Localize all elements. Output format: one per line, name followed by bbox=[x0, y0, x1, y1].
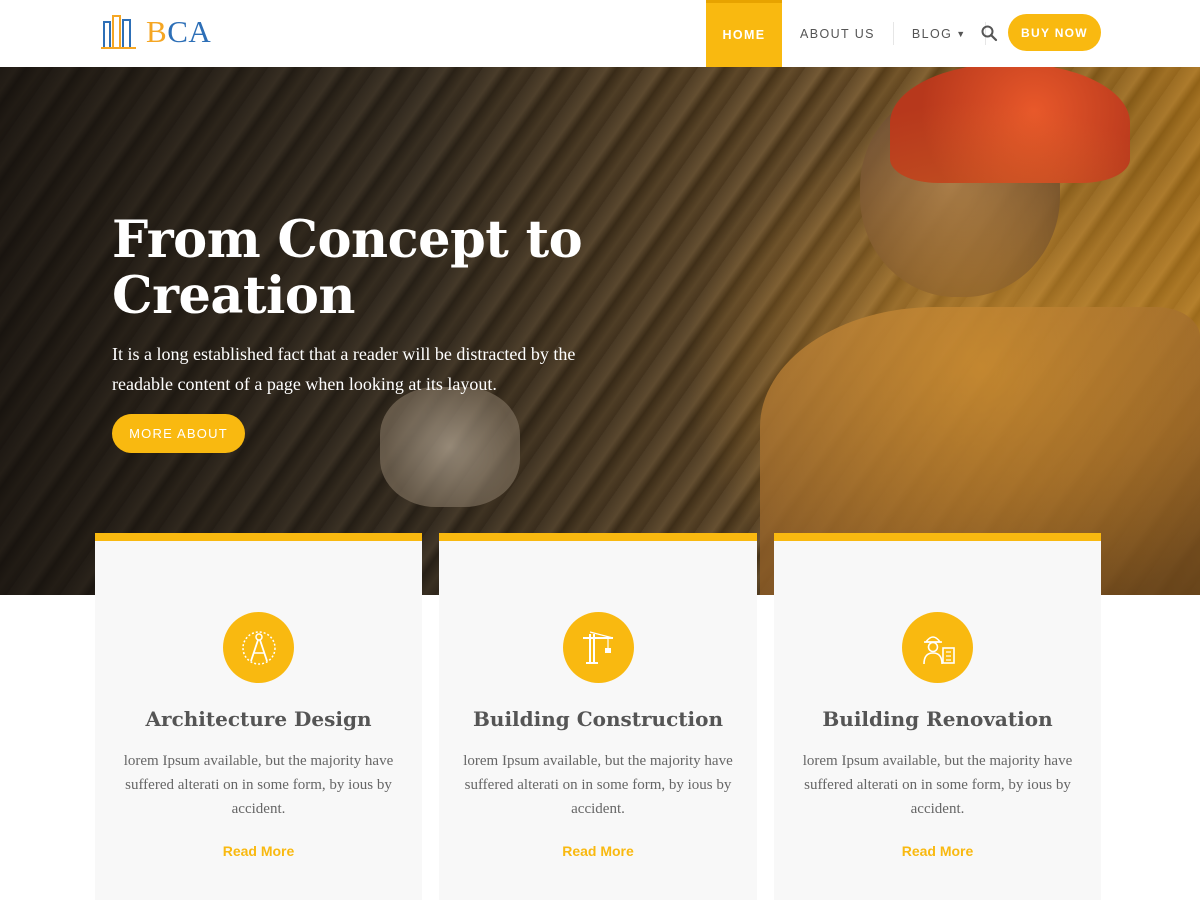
read-more-link[interactable]: Read More bbox=[902, 843, 974, 859]
logo-text: BCA bbox=[146, 14, 212, 49]
more-about-button[interactable]: MORE ABOUT bbox=[112, 414, 245, 453]
site-header: BCA HOME ABOUT US BLOG ▼ BUY NOW bbox=[0, 0, 1200, 67]
service-card-architecture: Architecture Design lorem Ipsum availabl… bbox=[95, 533, 422, 900]
site-logo[interactable]: BCA bbox=[100, 12, 220, 52]
hero-overlay bbox=[0, 67, 1200, 595]
worker-icon bbox=[922, 635, 955, 664]
hero-title: From Concept to Creation bbox=[112, 210, 583, 326]
hero-banner bbox=[0, 67, 1200, 595]
nav-blog-label: BLOG bbox=[911, 26, 953, 41]
service-description: lorem Ipsum available, but the majority … bbox=[463, 753, 733, 817]
search-icon[interactable] bbox=[980, 24, 998, 42]
building-logo-icon bbox=[101, 15, 136, 49]
service-icon-wrap bbox=[902, 612, 973, 683]
service-title: Building Renovation bbox=[822, 707, 1053, 731]
main-nav: HOME ABOUT US BLOG ▼ bbox=[706, 0, 986, 67]
nav-blog[interactable]: BLOG ▼ bbox=[894, 0, 985, 67]
nav-home[interactable]: HOME bbox=[706, 0, 782, 67]
hero-description: It is a long established fact that a rea… bbox=[112, 344, 576, 394]
buy-now-button[interactable]: BUY NOW bbox=[1008, 14, 1101, 51]
service-description: lorem Ipsum available, but the majority … bbox=[123, 753, 394, 817]
service-description: lorem Ipsum available, but the majority … bbox=[802, 753, 1073, 817]
chevron-down-icon: ▼ bbox=[956, 28, 967, 39]
service-icon-wrap bbox=[562, 612, 634, 683]
nav-about-label: ABOUT US bbox=[800, 26, 875, 41]
service-icon-wrap bbox=[223, 612, 294, 683]
service-title: Building Construction bbox=[473, 707, 723, 731]
read-more-link[interactable]: Read More bbox=[562, 843, 634, 859]
service-card-renovation: Building Renovation lorem Ipsum availabl… bbox=[774, 533, 1101, 900]
crane-icon bbox=[583, 630, 614, 664]
read-more-link[interactable]: Read More bbox=[223, 843, 295, 859]
service-title: Architecture Design bbox=[145, 707, 372, 731]
compass-icon bbox=[241, 630, 276, 665]
service-card-construction: Building Construction lorem Ipsum availa… bbox=[439, 533, 757, 900]
nav-home-label: HOME bbox=[722, 28, 766, 42]
nav-about-us[interactable]: ABOUT US bbox=[782, 0, 893, 67]
